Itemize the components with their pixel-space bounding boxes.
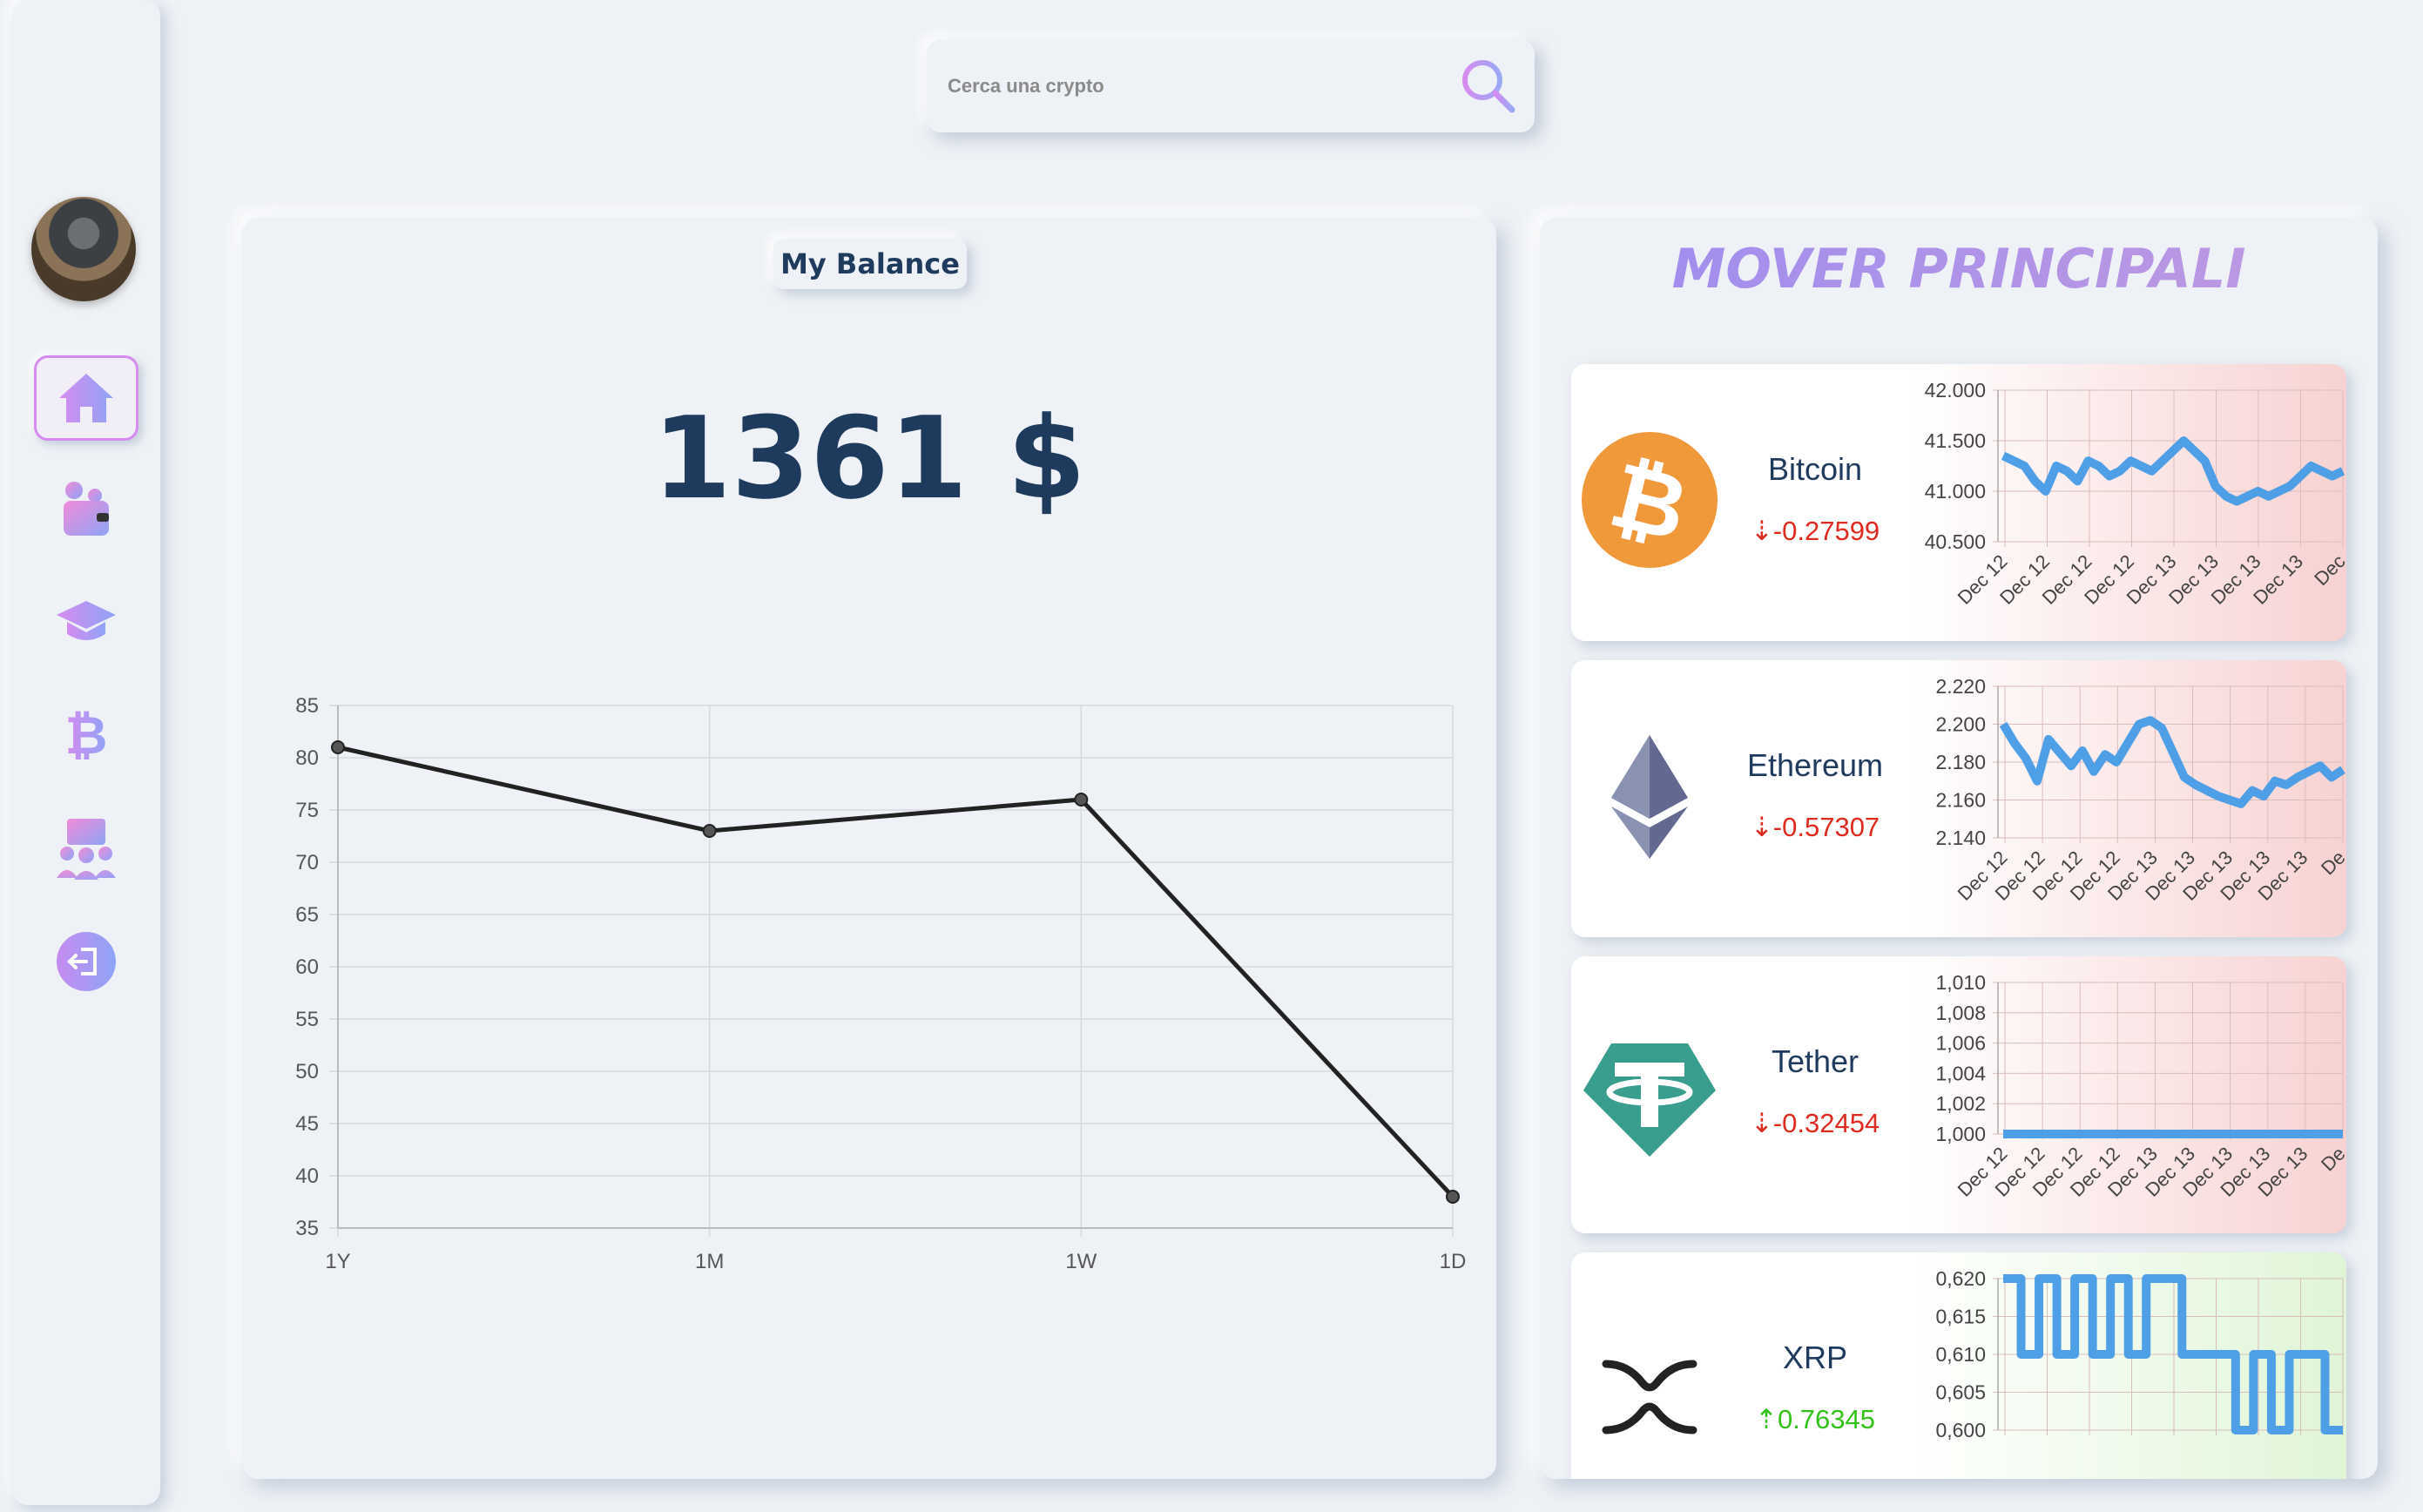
y-tick-label: 41.000 xyxy=(1925,480,1986,503)
graduation-cap-icon xyxy=(57,601,116,640)
balance-title: My Balance xyxy=(773,239,967,289)
bitcoin-price-chart: 42.00041.50041.00040.500Dec 12Dec 12Dec … xyxy=(1911,364,2346,641)
tether-icon xyxy=(1583,1043,1716,1157)
coin-name: Ethereum xyxy=(1746,747,1884,783)
y-tick-label: 35 xyxy=(295,1217,319,1240)
coin-card-tether[interactable]: Tether ⇣-0.32454 1,010 1,008 1,006 1,004 1,0… xyxy=(1571,956,2346,1233)
community-icon xyxy=(57,819,116,880)
y-tick-label: 0,615 xyxy=(1935,1306,1986,1328)
balance-point xyxy=(1074,793,1089,807)
y-tick-label: 75 xyxy=(295,799,319,822)
arrow-down-icon: ⇣ xyxy=(1750,1108,1773,1138)
tether-price-chart: 1,0101,0081,0061,0041,0021,000Dec 12Dec … xyxy=(1911,956,2346,1233)
coin-name: Bitcoin xyxy=(1767,451,1863,487)
arrow-down-icon: ⇣ xyxy=(1750,812,1773,842)
y-tick-label: 41.500 xyxy=(1925,429,1986,452)
ethereum-icon xyxy=(1611,735,1688,859)
x-tick-label: 1M xyxy=(695,1250,724,1273)
y-tick-label: 55 xyxy=(295,1008,319,1031)
y-tick-label: 0,620 xyxy=(1935,1267,1986,1290)
y-tick-label: 2.160 xyxy=(1935,789,1986,812)
wallet-icon xyxy=(64,482,109,536)
coin-change: ⇣-0.27599 xyxy=(1750,516,1880,546)
y-tick-label: 42.000 xyxy=(1925,379,1986,402)
y-tick-label: 0,610 xyxy=(1935,1343,1986,1366)
balance-point xyxy=(331,740,345,754)
y-tick-label: 50 xyxy=(295,1060,319,1083)
search-bar xyxy=(927,40,1535,132)
arrow-up-icon: ⇡ xyxy=(1754,1404,1778,1434)
coin-card-xrp[interactable]: XRP ⇡0.76345 0,620 0,615 0,610 0,605 0,600 xyxy=(1571,1252,2346,1479)
balance-chart: 35 40 45 50 55 60 65 70 75 80 85 1Y 1M 1W 1D xyxy=(295,694,1467,1273)
nav-home[interactable] xyxy=(34,355,138,441)
x-tick-label: 1Y xyxy=(325,1250,350,1273)
nav-wallet[interactable] xyxy=(34,469,138,549)
y-tick-label: 0,605 xyxy=(1935,1381,1986,1404)
coin-change: ⇡0.76345 xyxy=(1754,1404,1876,1434)
y-tick-label: 2.220 xyxy=(1935,675,1986,698)
xrp-icon xyxy=(1602,1360,1697,1434)
y-tick-label: 2.180 xyxy=(1935,751,1986,773)
nav-community[interactable] xyxy=(34,808,138,888)
nav-education[interactable] xyxy=(34,582,138,662)
y-tick-label: 2.200 xyxy=(1935,713,1986,736)
arrow-down-icon: ⇣ xyxy=(1750,516,1773,546)
y-tick-label: 1,002 xyxy=(1935,1092,1986,1115)
y-tick-label: 1,008 xyxy=(1935,1002,1986,1024)
coin-change: ⇣-0.57307 xyxy=(1750,812,1880,842)
bitcoin-icon: ₿ xyxy=(65,705,108,766)
sidebar: ₿ xyxy=(12,0,160,1505)
balance-card: My Balance 1361 $ 35 40 45 50 55 60 65 70 75 80 85… xyxy=(242,218,1496,1479)
user-avatar[interactable] xyxy=(31,197,136,301)
x-tick-label: 1W xyxy=(1065,1250,1097,1273)
nav-logout[interactable] xyxy=(34,921,138,1002)
svg-text:₿: ₿ xyxy=(65,705,108,766)
coin-name: Tether xyxy=(1771,1043,1859,1079)
coin-name: XRP xyxy=(1782,1340,1848,1375)
balance-value: 1361 $ xyxy=(652,392,1086,524)
y-tick-label: 85 xyxy=(295,694,319,718)
y-tick-label: 45 xyxy=(295,1112,319,1136)
y-tick-label: 70 xyxy=(295,851,319,874)
y-tick-label: 40.500 xyxy=(1925,530,1986,553)
y-tick-label: 40 xyxy=(295,1164,319,1188)
y-tick-label: 0,600 xyxy=(1935,1419,1986,1441)
coin-change: ⇣-0.32454 xyxy=(1750,1108,1880,1138)
search-input[interactable] xyxy=(946,66,1437,106)
nav-bitcoin[interactable]: ₿ xyxy=(34,695,138,775)
y-tick-label: 2.140 xyxy=(1935,827,1986,849)
balance-point xyxy=(1446,1190,1460,1204)
y-tick-label: 65 xyxy=(295,903,319,927)
coin-card-ethereum[interactable]: Ethereum ⇣-0.57307 2.220 2.200 2.180 2.160 2… xyxy=(1571,660,2346,937)
y-tick-label: 1,006 xyxy=(1935,1032,1986,1055)
home-icon xyxy=(59,374,113,422)
balance-point xyxy=(702,824,717,838)
search-icon[interactable] xyxy=(1458,56,1519,117)
ethereum-price-chart: 2.2202.2002.1802.1602.140Dec 12Dec 12Dec… xyxy=(1911,660,2346,937)
top-movers-panel: MOVER PRINCIPALI ₿ Bitcoin ⇣-0.27599 42.… xyxy=(1540,218,2378,1479)
balance-series-line xyxy=(337,745,1454,1198)
coin-card-bitcoin[interactable]: ₿ Bitcoin ⇣-0.27599 42.000 41.500 41.000 40… xyxy=(1571,364,2346,641)
movers-title: MOVER PRINCIPALI xyxy=(1540,237,2378,300)
y-tick-label: 1,004 xyxy=(1935,1062,1986,1084)
bitcoin-icon: ₿ xyxy=(1582,432,1718,568)
y-tick-label: 1,010 xyxy=(1935,971,1986,994)
y-tick-label: 80 xyxy=(295,746,319,770)
y-tick-label: 60 xyxy=(295,955,319,979)
x-tick-label: 1D xyxy=(1440,1250,1467,1273)
y-tick-label: 1,000 xyxy=(1935,1123,1986,1145)
xrp-price-chart: 0,620 0,615 0,610 0,605 0,600 xyxy=(1911,1252,2346,1479)
logout-icon xyxy=(57,932,116,991)
app-logo xyxy=(39,37,132,150)
